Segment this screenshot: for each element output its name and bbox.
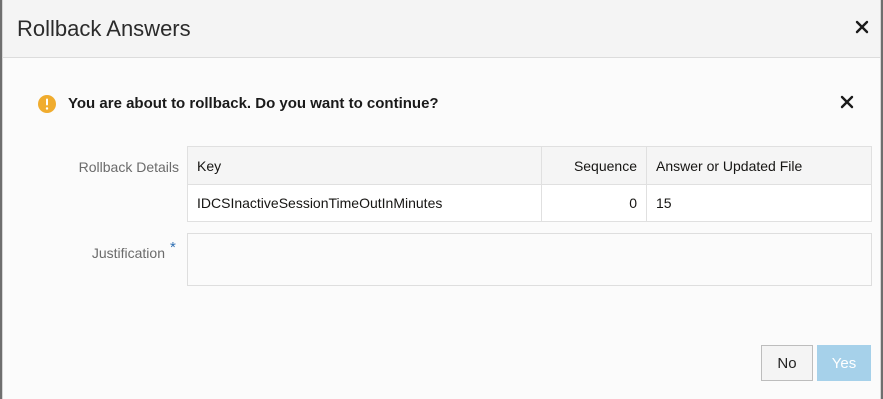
yes-button[interactable]: Yes [817, 345, 871, 381]
column-header-sequence: Sequence [541, 146, 647, 185]
warning-message-text: You are about to rollback. Do you want t… [68, 95, 439, 112]
warning-icon [38, 95, 56, 113]
rollback-details-label: Rollback Details [78, 159, 179, 175]
warning-message: You are about to rollback. Do you want t… [37, 91, 880, 115]
no-button[interactable]: No [761, 345, 813, 381]
cell-sequence: 0 [541, 184, 647, 222]
cell-answer: 15 [646, 184, 872, 222]
dismiss-message-icon[interactable] [838, 93, 856, 111]
rollback-details-table: Key Sequence Answer or Updated File IDCS… [187, 146, 872, 222]
column-header-key: Key [187, 146, 542, 185]
dialog-header: Rollback Answers [3, 0, 880, 58]
cell-key: IDCSInactiveSessionTimeOutInMinutes [187, 184, 542, 222]
column-header-answer: Answer or Updated File [646, 146, 872, 185]
table-header-row: Key Sequence Answer or Updated File [187, 146, 872, 185]
rollback-answers-dialog: Rollback Answers You are about to rollba… [2, 0, 881, 399]
justification-label: Justification [91, 245, 165, 261]
table-row: IDCSInactiveSessionTimeOutInMinutes 0 15 [187, 184, 872, 222]
required-indicator: * [170, 239, 176, 256]
close-icon[interactable] [852, 17, 872, 37]
justification-input[interactable] [187, 233, 872, 286]
dialog-title: Rollback Answers [17, 16, 191, 41]
